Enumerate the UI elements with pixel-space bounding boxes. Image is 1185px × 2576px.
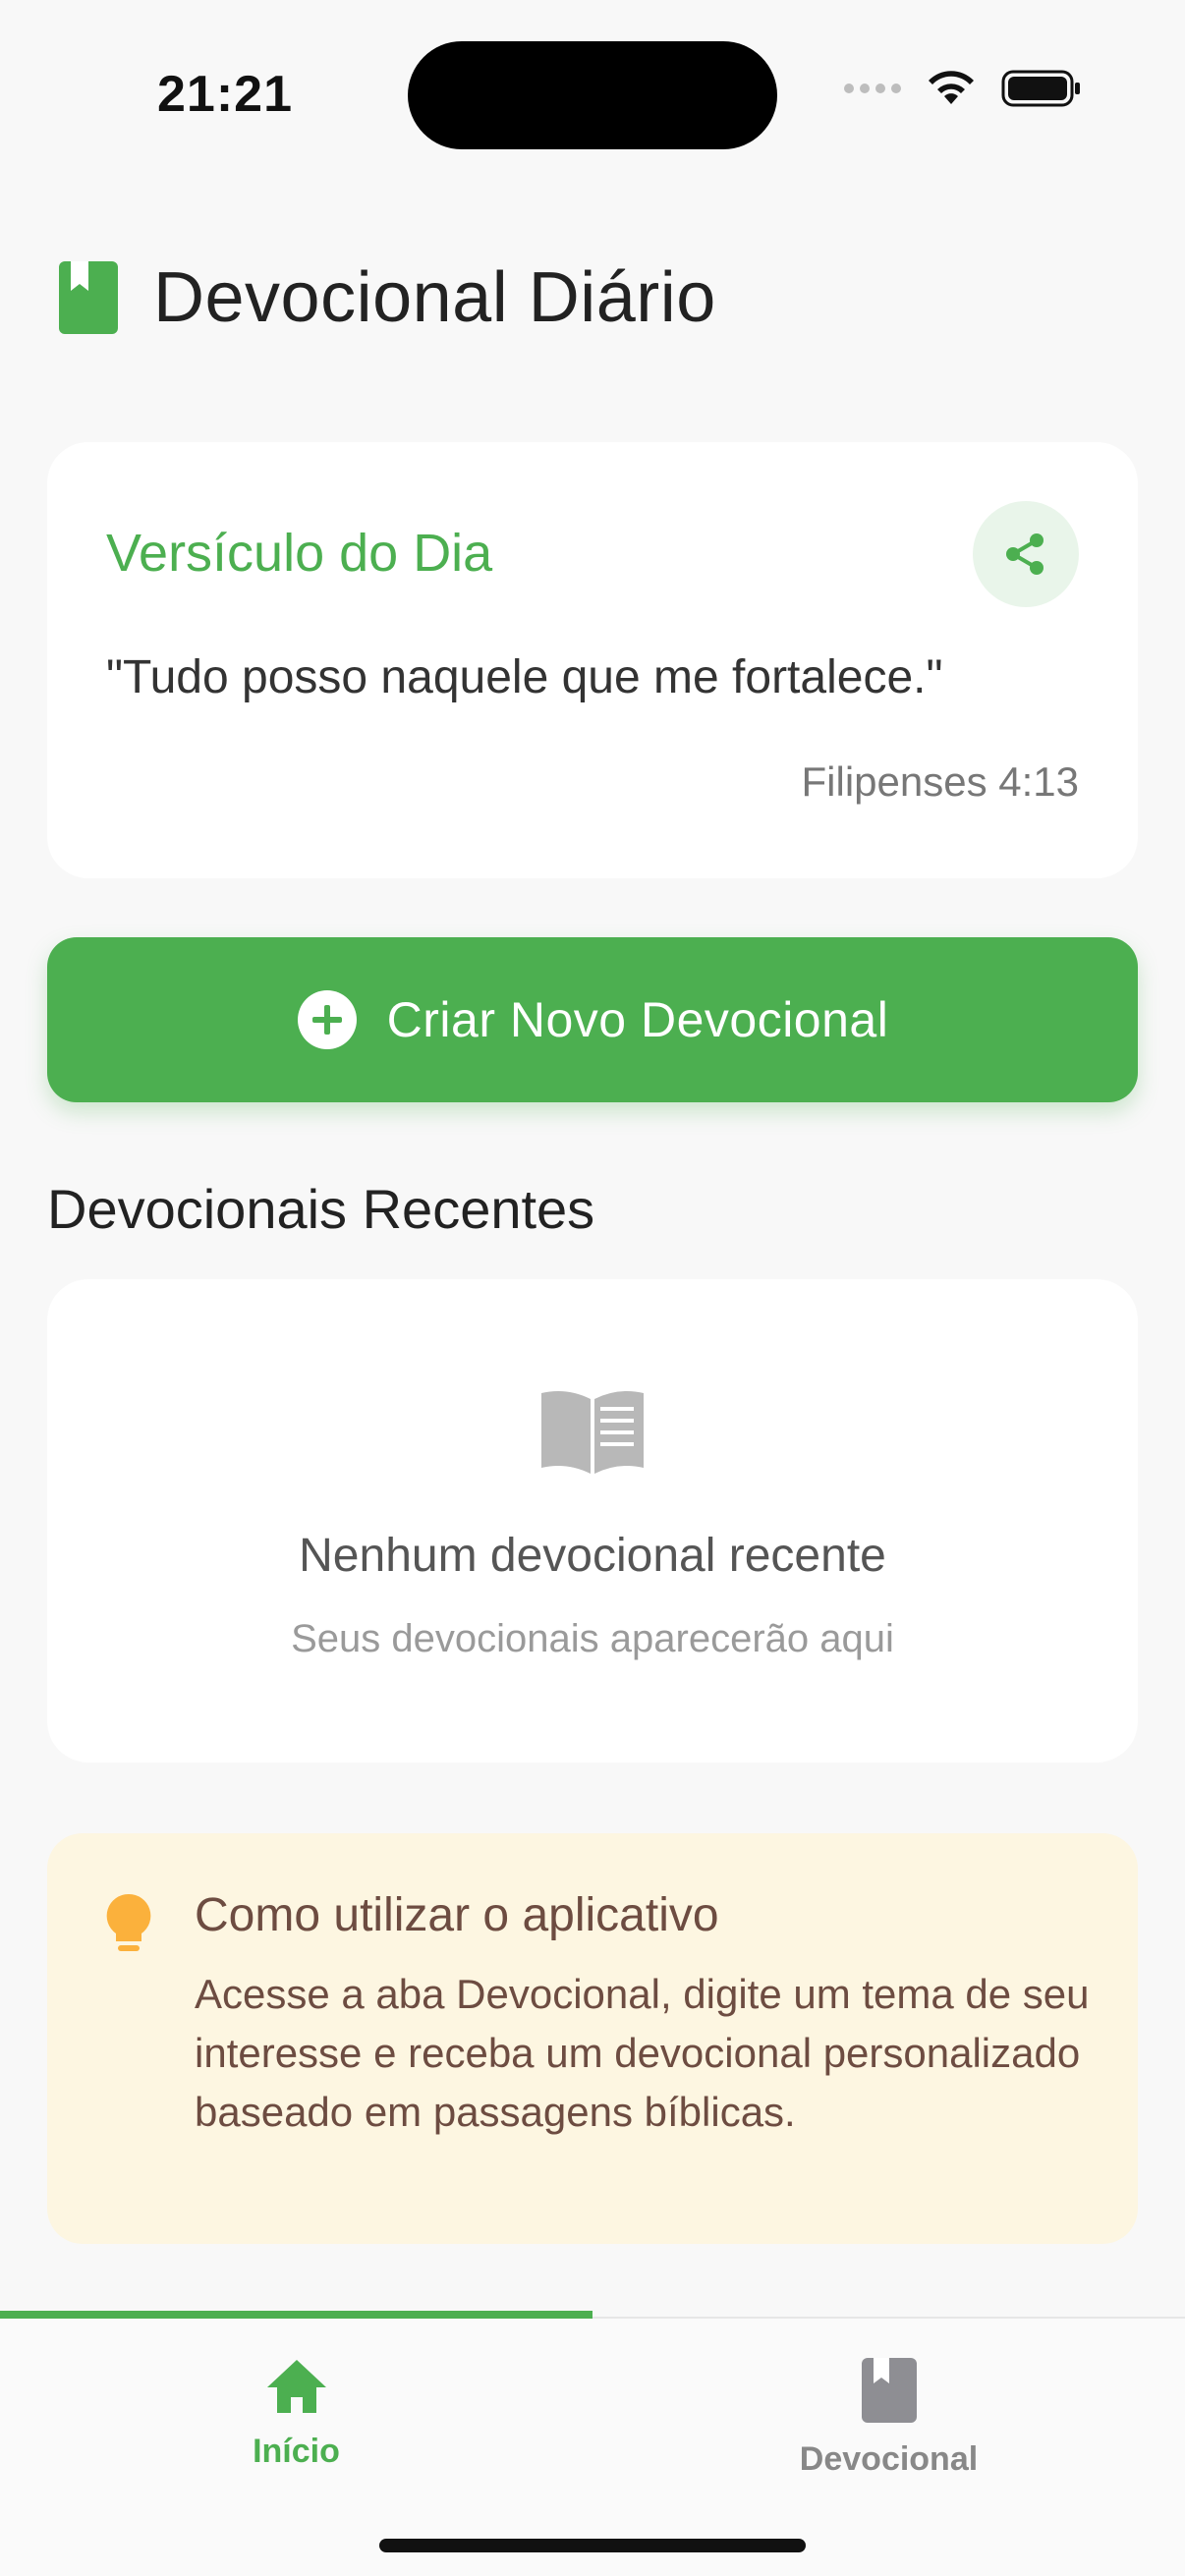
home-icon: [266, 2360, 326, 2413]
tab-devocional[interactable]: Devocional: [592, 2358, 1185, 2479]
tab-inicio-label: Início: [253, 2433, 340, 2470]
book-icon: [59, 261, 118, 334]
battery-icon: [1001, 70, 1080, 107]
dynamic-island: [408, 41, 777, 149]
home-indicator: [379, 2539, 806, 2552]
page-title: Devocional Diário: [153, 258, 716, 337]
wifi-icon: [929, 71, 974, 104]
create-devotional-button[interactable]: Criar Novo Devocional: [47, 937, 1138, 1102]
tip-title: Como utilizar o aplicativo: [195, 1889, 719, 1941]
verse-text: "Tudo posso naquele que me fortalece.": [106, 651, 943, 703]
empty-state-title: Nenhum devocional recente: [299, 1530, 886, 1582]
verse-reference: Filipenses 4:13: [801, 758, 1080, 805]
tip-card: Como utilizar o aplicativo Acesse a aba …: [47, 1833, 1138, 2244]
recent-empty-card: Nenhum devocional recente Seus devociona…: [47, 1279, 1138, 1763]
book-icon: [861, 2358, 917, 2423]
status-time: 21:21: [157, 66, 293, 123]
share-button[interactable]: [973, 501, 1079, 607]
tip-body: Acesse a aba Devocional, digite um tema …: [195, 1971, 1090, 2135]
lightbulb-icon: [106, 1893, 151, 1951]
empty-state-subtitle: Seus devocionais aparecerão aqui: [291, 1617, 894, 1660]
screen: 21:21 Devocional Diário Versículo do Dia: [0, 0, 1185, 2576]
open-book-icon: [541, 1391, 644, 1474]
status-icons: [844, 69, 1082, 108]
active-tab-indicator: [0, 2311, 592, 2319]
verse-card-title: Versículo do Dia: [106, 524, 493, 583]
app-header: Devocional Diário: [59, 257, 716, 338]
tab-inicio[interactable]: Início: [0, 2358, 592, 2471]
plus-circle-icon: [297, 990, 357, 1049]
create-devotional-label: Criar Novo Devocional: [386, 992, 889, 1047]
bottom-nav: Início Devocional: [0, 2311, 1185, 2576]
recent-section-title: Devocionais Recentes: [47, 1178, 595, 1240]
share-icon: [1006, 533, 1044, 575]
verse-card: Versículo do Dia "Tudo posso naquele que…: [47, 442, 1138, 878]
tab-devocional-label: Devocional: [799, 2440, 979, 2478]
signal-icon: [844, 84, 901, 93]
